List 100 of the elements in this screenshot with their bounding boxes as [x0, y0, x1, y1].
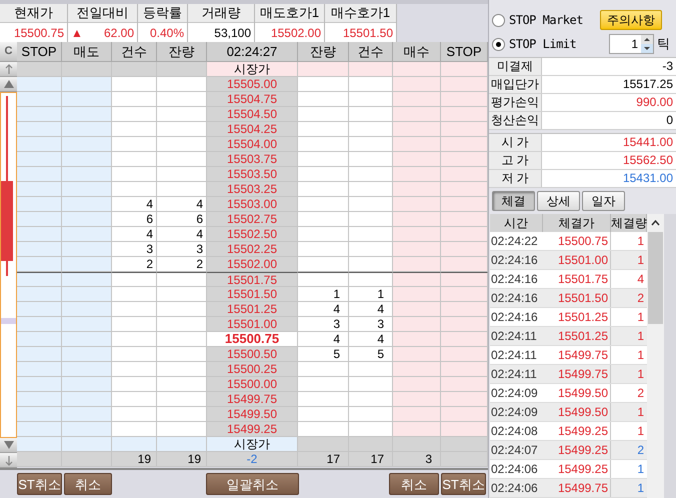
table-cell — [112, 137, 157, 152]
price-cell: 15499.25 — [207, 422, 298, 437]
radio-button[interactable] — [492, 38, 505, 50]
column-header: 건수 — [349, 42, 393, 62]
table-cell — [62, 137, 112, 152]
table-cell — [157, 182, 207, 197]
table-cell: 3 — [393, 452, 441, 467]
trade-price: 15501.25 — [543, 308, 611, 326]
table-cell: 5 — [298, 347, 349, 362]
table-cell — [349, 437, 393, 452]
table-cell — [112, 302, 157, 317]
radio-label: STOP Market — [509, 12, 583, 29]
tab[interactable]: 체결 — [492, 191, 535, 211]
price-cell: 15502.25 — [207, 242, 298, 257]
table-cell: 1 — [298, 287, 349, 302]
table-cell: 4 — [112, 227, 157, 242]
price-cell: 15499.75 — [207, 392, 298, 407]
trade-time: 02:24:11 — [490, 347, 538, 364]
tab[interactable]: 상세 — [537, 191, 580, 211]
table-cell — [298, 122, 349, 137]
table-cell — [298, 227, 349, 242]
price-cell: 15502.00 — [207, 257, 298, 272]
column-header: 매수 — [393, 42, 441, 62]
table-cell — [393, 437, 441, 452]
cancel-button[interactable]: ST취소 — [17, 473, 62, 495]
table-cell — [349, 242, 393, 257]
table-cell — [441, 302, 488, 317]
scroll-up-button[interactable] — [0, 77, 17, 92]
table-cell — [62, 77, 112, 92]
table-cell — [393, 272, 441, 287]
market-price-cell: 시장가 — [207, 62, 298, 77]
quote-header: 등락률 — [138, 4, 187, 23]
table-cell — [441, 362, 488, 377]
table-cell — [157, 77, 207, 92]
table-cell — [62, 392, 112, 407]
table-cell — [349, 182, 393, 197]
cancel-button[interactable]: 취소 — [389, 473, 439, 495]
table-cell — [298, 77, 349, 92]
table-cell — [112, 272, 157, 287]
table-cell — [393, 392, 441, 407]
table-cell — [157, 167, 207, 182]
table-cell — [298, 272, 349, 287]
cancel-button[interactable]: 취소 — [64, 473, 112, 495]
price-cell: 15503.00 — [207, 197, 298, 212]
table-cell — [62, 407, 112, 422]
table-cell — [298, 422, 349, 437]
info-label: 매입단가 — [489, 76, 542, 93]
table-cell: -2 — [207, 452, 298, 467]
table-cell — [17, 407, 62, 422]
table-cell — [157, 302, 207, 317]
column-header: 02:24:27 — [207, 42, 298, 62]
table-cell — [157, 332, 207, 347]
quote-header: 매도호가1 — [255, 4, 324, 23]
scroll-bottom-button[interactable] — [0, 453, 17, 468]
price-cell: 15501.75 — [207, 272, 298, 287]
info-label: 고 가 — [489, 152, 542, 169]
scroll-down-button[interactable] — [0, 438, 17, 453]
table-cell — [441, 152, 488, 167]
caution-button[interactable]: 주의사항 — [600, 10, 662, 30]
table-cell: 5 — [349, 347, 393, 362]
tick-spinbox[interactable]: 1 — [609, 34, 654, 54]
table-cell — [298, 407, 349, 422]
scrollbar[interactable] — [647, 214, 664, 498]
table-cell — [17, 377, 62, 392]
table-cell: 19 — [157, 452, 207, 467]
quote-header: 거래량 — [188, 4, 254, 23]
trade-time: 02:24:16 — [490, 309, 539, 326]
tab[interactable]: 일자 — [582, 191, 625, 211]
table-cell — [17, 212, 62, 227]
table-cell — [298, 167, 349, 182]
table-cell: 6 — [157, 212, 207, 227]
table-cell — [112, 167, 157, 182]
table-cell — [17, 92, 62, 107]
table-cell — [298, 362, 349, 377]
scroll-top-button[interactable] — [0, 62, 17, 77]
table-cell — [17, 332, 62, 347]
table-cell: 4 — [349, 332, 393, 347]
table-cell — [298, 182, 349, 197]
table-cell — [62, 182, 112, 197]
trade-time: 02:24:16 — [490, 290, 539, 307]
table-cell — [393, 347, 441, 362]
cancel-button[interactable]: ST취소 — [441, 473, 486, 495]
table-cell — [62, 197, 112, 212]
table-cell — [157, 392, 207, 407]
table-cell — [157, 422, 207, 437]
info-value: 15562.50 — [542, 152, 676, 169]
table-cell — [157, 287, 207, 302]
info-label: 청산손익 — [489, 112, 542, 129]
table-cell — [157, 347, 207, 362]
table-cell — [441, 407, 488, 422]
trade-time: 02:24:16 — [490, 271, 539, 288]
table-cell — [17, 107, 62, 122]
chart-button[interactable]: C — [0, 42, 17, 62]
table-cell — [112, 437, 157, 452]
table-cell: 4 — [112, 197, 157, 212]
cancel-button[interactable]: 일괄취소 — [206, 473, 299, 495]
table-cell — [112, 347, 157, 362]
table-cell — [157, 437, 207, 452]
radio-button[interactable] — [492, 14, 505, 26]
table-cell — [349, 137, 393, 152]
